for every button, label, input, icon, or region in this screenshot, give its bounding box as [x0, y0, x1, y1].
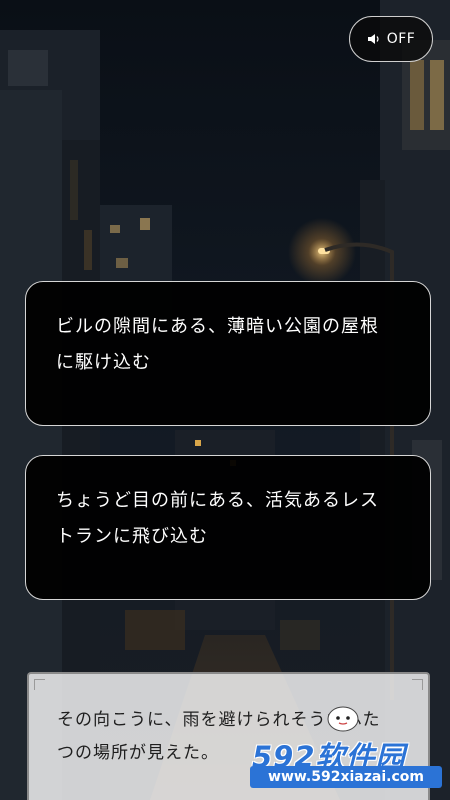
frame-corner	[412, 679, 423, 690]
speaker-icon	[367, 32, 381, 46]
choice-text-line: に駆け込む	[56, 352, 151, 373]
choice-button-restaurant[interactable]: ちょうど目の前にある、活気あるレス トランに飛び込む	[25, 455, 431, 600]
choice-text-line: ちょうど目の前にある、活気あるレス	[56, 490, 379, 511]
frame-corner	[34, 679, 45, 690]
site-watermark: 592软件园 www.592xiazai.com	[246, 706, 446, 794]
sound-toggle-button[interactable]: OFF	[349, 16, 433, 62]
choice-text-line: ビルの隙間にある、薄暗い公園の屋根	[56, 316, 379, 337]
sound-toggle-label: OFF	[386, 31, 416, 47]
watermark-url: www.592xiazai.com	[250, 766, 442, 788]
choice-text-line: トランに飛び込む	[56, 526, 208, 547]
choice-button-park[interactable]: ビルの隙間にある、薄暗い公園の屋根 に駆け込む	[25, 281, 431, 426]
